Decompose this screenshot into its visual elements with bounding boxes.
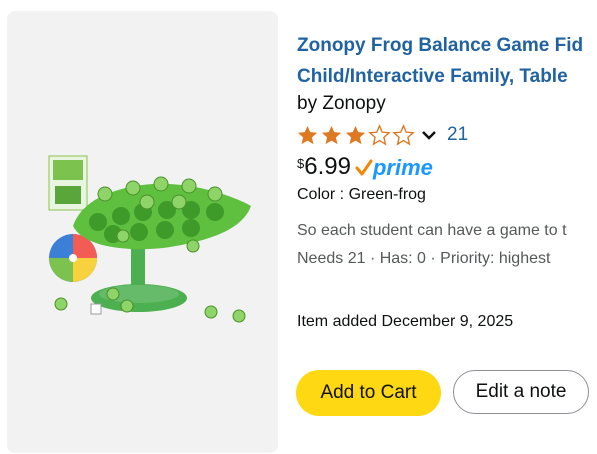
item-note: So each student can have a game to t: [297, 222, 567, 239]
wishlist-item-card: Zonopy Frog Balance Game Fid Child/Inter…: [0, 0, 597, 454]
rating-count-link[interactable]: 21: [447, 124, 468, 146]
item-needs-has-priority: Needs 21 · Has: 0 · Priority: highest: [297, 250, 551, 267]
star-full-icon: [297, 125, 318, 145]
star-full-icon: [321, 125, 342, 145]
item-added-date: Item added December 9, 2025: [297, 313, 514, 330]
star-empty-icon: [392, 124, 415, 146]
prime-check-icon: [355, 159, 373, 176]
product-title-line2[interactable]: Child/Interactive Family, Table: [297, 61, 597, 92]
product-image[interactable]: [7, 11, 278, 453]
rating-row[interactable]: 21: [296, 124, 468, 146]
product-color: Color : Green-frog: [297, 186, 426, 203]
chevron-down-icon[interactable]: [419, 125, 439, 145]
frog-balance-game-image: [48, 155, 251, 323]
product-title-link[interactable]: Zonopy Frog Balance Game Fid Child/Inter…: [297, 30, 597, 92]
star-empty-icon: [368, 124, 391, 146]
price-currency: $: [297, 156, 305, 171]
price-amount: 6.99: [304, 153, 351, 180]
prime-badge: prime: [355, 156, 433, 180]
product-byline: by Zonopy: [297, 93, 386, 114]
price: $ 6.99 prime: [297, 152, 433, 182]
add-to-cart-button[interactable]: Add to Cart: [296, 370, 441, 416]
product-title-line1[interactable]: Zonopy Frog Balance Game Fid: [297, 30, 597, 61]
star-rating[interactable]: [296, 124, 415, 146]
edit-note-button[interactable]: Edit a note: [453, 370, 589, 414]
prime-label: prime: [372, 155, 433, 180]
star-full-icon: [345, 125, 366, 145]
